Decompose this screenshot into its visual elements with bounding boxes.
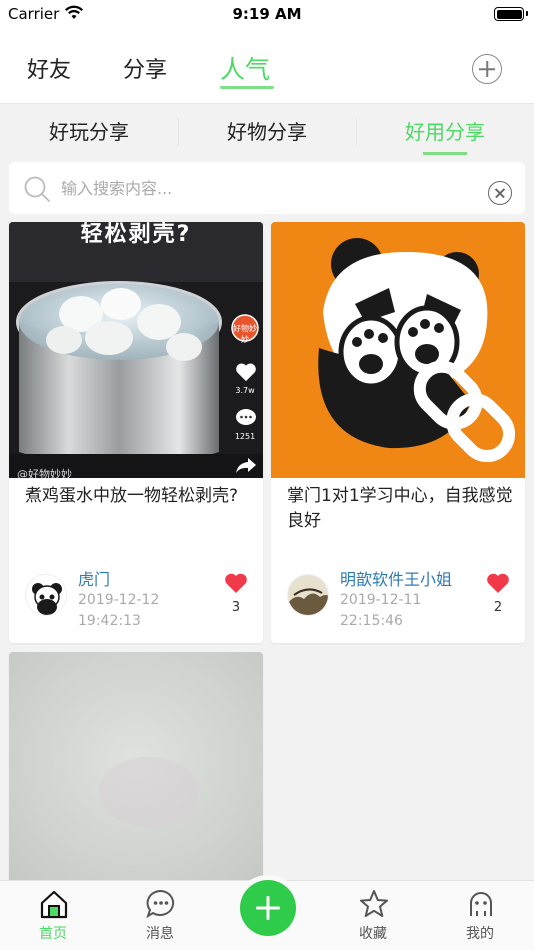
thumbnail-comment-icon [236, 409, 256, 425]
thumbnail-share-icon [236, 458, 256, 473]
post-thumbnail [271, 222, 525, 478]
post-title: 煮鸡蛋水中放一物轻松剥壳? [25, 486, 239, 506]
post-date: 2019-12-11 22:15:46 [340, 590, 421, 632]
post-date: 2019-12-12 19:42:13 [78, 590, 159, 632]
tab-popular[interactable]: 人气 [220, 50, 270, 86]
message-icon [146, 889, 175, 919]
tab-favorites-label: 收藏 [359, 926, 387, 942]
tab-messages[interactable]: 消息 [120, 881, 200, 950]
post-card[interactable] [9, 652, 263, 892]
subtab-useful-share[interactable]: 好用分享 [356, 116, 534, 145]
profile-icon [470, 892, 492, 916]
active-tab-indicator [220, 86, 274, 89]
post-date-day: 2019-12-12 [78, 592, 160, 608]
post-card[interactable]: 掌门1对1学习中心，自我感觉良好 明歆软件王小姐 2019-12-11 22:1… [271, 222, 525, 643]
add-circle-icon[interactable] [472, 54, 502, 84]
clock: 9:19 AM [232, 5, 302, 23]
author-name[interactable]: 明歆软件王小姐 [340, 566, 452, 590]
tab-favorites[interactable]: 收藏 [333, 881, 413, 950]
clear-search-icon[interactable] [488, 181, 512, 205]
thumbnail-likes: 3.7w [235, 386, 255, 395]
sub-nav: 好玩分享 好物分享 好用分享 [0, 104, 534, 160]
tab-home-label: 首页 [39, 926, 67, 942]
tab-friends[interactable]: 好友 [27, 52, 71, 84]
tab-home[interactable]: 首页 [13, 881, 93, 950]
search-bar [9, 162, 525, 214]
post-title: 掌门1对1学习中心，自我感觉良好 [287, 486, 513, 531]
home-icon [40, 890, 68, 919]
author-avatar[interactable] [25, 574, 67, 616]
add-post-button[interactable] [240, 880, 296, 936]
channel-badge: 好物妙妙 [233, 324, 257, 344]
search-input[interactable] [61, 175, 481, 201]
thumbnail-comments: 1251 [234, 432, 256, 441]
author-name[interactable]: 虎门 [78, 566, 110, 590]
tab-messages-label: 消息 [146, 926, 174, 942]
like-heart-icon[interactable] [486, 572, 510, 594]
like-heart-icon[interactable] [224, 572, 248, 594]
post-date-time: 22:15:46 [340, 613, 403, 629]
star-icon [360, 890, 388, 917]
landscape-avatar-icon [288, 575, 328, 615]
subtab-goods-share[interactable]: 好物分享 [178, 116, 356, 145]
like-count: 3 [231, 600, 241, 615]
top-nav: 好友 分享 人气 [0, 30, 534, 104]
active-subtab-indicator [423, 152, 467, 155]
post-thumbnail: 轻松剥壳? 好物妙妙 3.7w 1251 @好物妙妙 [9, 222, 263, 478]
post-date-day: 2019-12-11 [340, 592, 422, 608]
tab-profile-label: 我的 [466, 926, 494, 942]
tab-profile[interactable]: 我的 [440, 881, 520, 950]
tab-share[interactable]: 分享 [123, 52, 167, 84]
thumbnail-watermark: @好物妙妙 [17, 468, 72, 478]
post-date-time: 19:42:13 [78, 613, 141, 629]
post-card[interactable]: 轻松剥壳? 好物妙妙 3.7w 1251 @好物妙妙 煮鸡蛋水中放一物轻松剥壳?… [9, 222, 263, 643]
like-count: 2 [493, 600, 503, 615]
panda-avatar-icon [26, 575, 66, 615]
status-bar: Carrier 9:19 AM [0, 0, 534, 30]
author-avatar[interactable] [287, 574, 329, 616]
egg-pot-image [9, 222, 263, 478]
subtab-fun-share[interactable]: 好玩分享 [0, 116, 178, 145]
thumbnail-caption: 轻松剥壳? [80, 222, 192, 247]
panda-link-logo-image [271, 222, 525, 478]
battery-icon [494, 7, 528, 21]
search-icon [24, 176, 50, 202]
post-thumbnail [9, 652, 263, 892]
thumbnail-heart-icon [236, 363, 256, 382]
